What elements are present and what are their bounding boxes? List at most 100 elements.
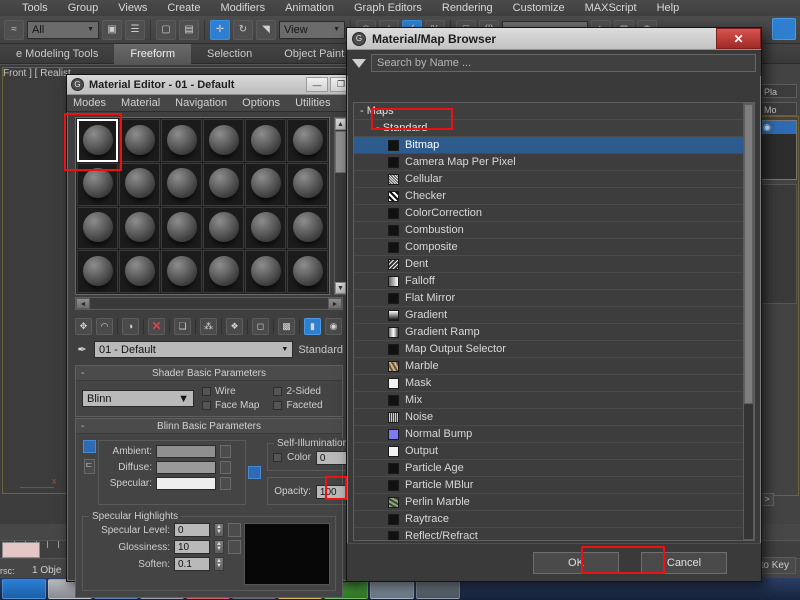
material-slot-22[interactable]	[203, 250, 244, 293]
material-editor-title-bar[interactable]: G Material Editor - 01 - Default — ❐	[67, 75, 355, 95]
self-illumination-color-checkbox[interactable]	[273, 453, 282, 462]
put-to-library-icon[interactable]: ❖	[226, 317, 243, 335]
map-item-gradient[interactable]: Gradient	[354, 307, 754, 324]
taskbar-item[interactable]	[2, 579, 46, 599]
modifier-stack-list[interactable]: ◉	[760, 120, 797, 180]
menu-item-group[interactable]: Group	[68, 2, 99, 14]
spinner-arrows-icon[interactable]: ▲▼	[214, 557, 224, 571]
menu-item-create[interactable]: Create	[167, 2, 200, 14]
map-item-colorcorrection[interactable]: ColorCorrection	[354, 205, 754, 222]
checkbox-box[interactable]	[202, 387, 211, 396]
put-material-to-scene-icon[interactable]: ◠	[96, 317, 113, 335]
material-slot-16[interactable]	[203, 206, 244, 250]
material-editor-window[interactable]: G Material Editor - 01 - Default — ❐ Mod…	[66, 74, 390, 598]
ribbon-tab-selection[interactable]: Selection	[191, 44, 268, 64]
ambient-diffuse-lock-icon[interactable]	[82, 440, 96, 453]
map-item-combustion[interactable]: Combustion	[354, 222, 754, 239]
material-slot-10[interactable]	[203, 162, 244, 206]
selection-filter-dropdown[interactable]: All ▼	[27, 20, 99, 39]
map-item-particle-mblur[interactable]: Particle MBlur	[354, 477, 754, 494]
collapse-icon[interactable]: -	[81, 421, 84, 432]
scrollbar-thumb[interactable]	[335, 131, 346, 173]
material-slot-24[interactable]	[287, 250, 328, 293]
minimize-button[interactable]: —	[306, 77, 328, 92]
map-item-gradient-ramp[interactable]: Gradient Ramp	[354, 324, 754, 341]
assign-material-to-selection-icon[interactable]: ◑	[122, 317, 139, 335]
material-slot-17[interactable]	[245, 206, 286, 250]
map-item-checker[interactable]: Checker	[354, 188, 754, 205]
ribbon-tab-freeform[interactable]: Freeform	[114, 43, 191, 64]
material-name-dropdown[interactable]: 01 - Default ▼	[94, 341, 294, 358]
specular-level-map-button[interactable]	[228, 523, 241, 537]
spinner-arrows-icon[interactable]: ▲▼	[214, 523, 224, 537]
me-menu-material[interactable]: Material	[121, 97, 160, 109]
menu-item-modifiers[interactable]: Modifiers	[220, 2, 265, 14]
select-and-move-icon[interactable]: ✛	[210, 19, 230, 40]
ambient-color-swatch[interactable]	[156, 445, 216, 458]
checkbox-box[interactable]	[202, 401, 211, 410]
taskbar-item[interactable]	[416, 579, 460, 599]
scroll-right-icon[interactable]: ►	[328, 298, 342, 309]
ribbon-tab-e-modeling-tools[interactable]: e Modeling Tools	[0, 44, 114, 64]
map-item-dent[interactable]: Dent	[354, 256, 754, 273]
me-menu-options[interactable]: Options	[242, 97, 280, 109]
map-item-output[interactable]: Output	[354, 443, 754, 460]
checkbox-box[interactable]	[273, 401, 283, 410]
scroll-up-icon[interactable]: ▲	[335, 118, 346, 130]
map-item-flat-mirror[interactable]: Flat Mirror	[354, 290, 754, 307]
map-group-maps[interactable]: - Maps	[354, 103, 754, 120]
map-list-scrollbar[interactable]	[743, 103, 754, 540]
menu-item-graph-editors[interactable]: Graph Editors	[354, 2, 422, 14]
scroll-left-icon[interactable]: ◄	[76, 298, 90, 309]
material-slot-9[interactable]	[161, 162, 202, 206]
map-item-perlin-marble[interactable]: Perlin Marble	[354, 494, 754, 511]
material-slot-13[interactable]	[77, 206, 118, 250]
me-menu-utilities[interactable]: Utilities	[295, 97, 330, 109]
diffuse-specular-lock-icon[interactable]: ⊏	[83, 459, 95, 474]
blinn-rollout-header[interactable]: - Blinn Basic Parameters	[76, 419, 342, 434]
select-by-name-icon[interactable]: ☰	[125, 19, 145, 40]
map-item-bitmap[interactable]: Bitmap	[354, 137, 754, 154]
map-item-mix[interactable]: Mix	[354, 392, 754, 409]
material-slot-6[interactable]	[287, 119, 328, 162]
map-item-particle-age[interactable]: Particle Age	[354, 460, 754, 477]
map-item-cellular[interactable]: Cellular	[354, 171, 754, 188]
select-object-icon[interactable]: ▣	[102, 19, 122, 40]
material-slot-14[interactable]	[119, 206, 160, 250]
collapse-icon[interactable]: -	[81, 368, 84, 379]
select-and-rotate-icon[interactable]: ↻	[233, 19, 253, 40]
map-group-standard[interactable]: - Standard	[354, 120, 754, 137]
spinner-arrows-icon[interactable]: ▲▼	[214, 540, 224, 554]
me-menu-navigation[interactable]: Navigation	[175, 97, 227, 109]
map-item-composite[interactable]: Composite	[354, 239, 754, 256]
specular-color-swatch[interactable]	[156, 477, 216, 490]
material-slot-4[interactable]	[203, 119, 244, 162]
map-list[interactable]: - Maps - Standard Bitmap Camera Map Per Pix…	[353, 102, 755, 541]
face-map-checkbox[interactable]: Face Map	[202, 400, 259, 411]
shader-rollout-header[interactable]: - Shader Basic Parameters	[76, 366, 342, 381]
material-slot-12[interactable]	[287, 162, 328, 206]
material-slot-2[interactable]	[119, 119, 160, 162]
material-slot-7[interactable]	[77, 162, 118, 206]
material-slot-5[interactable]	[245, 119, 286, 162]
reference-coordinate-dropdown[interactable]: View ▼	[279, 20, 345, 39]
material-slot-15[interactable]	[161, 206, 202, 250]
material-type-button[interactable]: Standard	[298, 344, 343, 356]
filter-triangle-icon[interactable]	[352, 58, 366, 68]
map-item-marble[interactable]: Marble	[354, 358, 754, 375]
eyedropper-icon[interactable]: ✒	[75, 342, 89, 358]
glossiness-map-button[interactable]	[228, 540, 241, 554]
reset-map-icon[interactable]: ✕	[148, 317, 165, 335]
material-slot-23[interactable]	[245, 250, 286, 293]
material-slot-20[interactable]	[119, 250, 160, 293]
show-shaded-material-icon[interactable]: ▩	[278, 317, 295, 335]
undo-icon[interactable]: ≈	[4, 19, 24, 40]
material-slot-11[interactable]	[245, 162, 286, 206]
render-setup-icon[interactable]	[772, 18, 796, 40]
material-slot-8[interactable]	[119, 162, 160, 206]
faceted-checkbox[interactable]: Faceted	[273, 400, 323, 411]
make-material-copy-icon[interactable]: ❏	[174, 317, 191, 335]
material-slot-3[interactable]	[161, 119, 202, 162]
checkbox-box[interactable]	[273, 387, 283, 396]
map-item-raytrace[interactable]: Raytrace	[354, 511, 754, 528]
